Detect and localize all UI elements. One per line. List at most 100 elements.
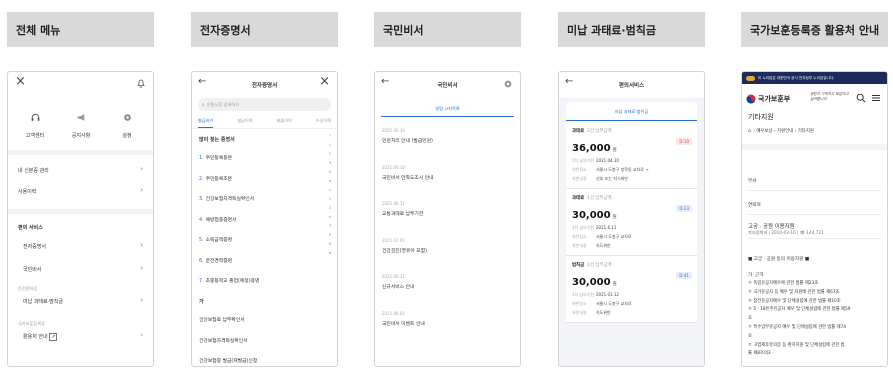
tab-receive-history[interactable]: 수신이력	[316, 118, 331, 128]
index-letter[interactable]: ㅁ	[327, 170, 333, 179]
chevron-right-icon: ›	[140, 296, 143, 304]
cert-list-item[interactable]: 3. 건강보험자격득실확인서	[199, 195, 317, 216]
headset-icon	[30, 112, 41, 123]
fine-card[interactable]: 과태료 1건 납부금액 30,000 원 D-23 1차 납부기한 2021.6.11 위반장…	[566, 189, 697, 256]
index-bar[interactable]: ㄱㄴㄷㄹㅁㅂㅅㅇㅈㅊㅋㅌㅍㅎ	[327, 134, 333, 260]
detail-value: 속도위반	[596, 243, 611, 248]
fine-card[interactable]: 과태료 2건 납부금액 36,000 원 D-10 1차 납부기한 2021.04.10 위반…	[566, 122, 697, 189]
tab-issue[interactable]: 발급하기	[198, 118, 214, 128]
screen-all-menu: × 고객센터 공지사항 설정 내 신분증 관리 › 사용이력 › 편의 서비스 …	[7, 71, 154, 367]
index-letter[interactable]: ㅍ	[327, 242, 333, 251]
item-number: 7.	[199, 279, 204, 284]
basis-line: ㅇ 독립유공자예우에 관한 법률 제23조	[748, 281, 819, 286]
hamburger-icon[interactable]	[871, 93, 881, 103]
index-letter[interactable]: ㅊ	[327, 215, 333, 224]
fine-count: 1건 납부금액	[587, 196, 612, 201]
header-all-menu: 전체 메뉴	[7, 12, 154, 47]
notice-item[interactable]: 2021.06.01 국민비서 이벤트 안내	[382, 308, 513, 345]
index-letter[interactable]: ㅂ	[327, 179, 333, 188]
notice-date: 2021.07.05	[382, 237, 405, 243]
item-number: 3.	[199, 197, 204, 202]
cert-list-item[interactable]: 1. 주민등록등본	[199, 154, 317, 175]
quick-label: 공지사항	[71, 133, 91, 139]
breadcrumb-text: › 예우보상 › 지원안내 › 기타지원	[753, 129, 814, 134]
index-letter[interactable]: ㅌ	[327, 233, 333, 242]
close-icon[interactable]: ×	[15, 74, 26, 89]
cert-list-item[interactable]: 4. 예방접종증명서	[199, 216, 317, 237]
close-icon[interactable]: ×	[319, 74, 330, 89]
menu-item-e-cert[interactable]: 전자증명서	[23, 243, 46, 250]
megaphone-icon	[76, 112, 87, 123]
basis-line: 조	[748, 316, 752, 322]
quick-notice[interactable]: 공지사항	[66, 108, 96, 139]
menu-item-secretary[interactable]: 국민비서	[23, 266, 41, 273]
section-title: 가	[199, 299, 204, 305]
detail-value: 서울시 도봉구 방학동 교차로 →	[596, 167, 649, 172]
menu-item-fines[interactable]: 미납 과태료·범칙금	[23, 298, 63, 305]
notice-item[interactable]: 2021.09.10 민원처리 안내 (발급민원)	[382, 125, 513, 162]
fine-card[interactable]: 범칙금 1건 납부금액 30,000 원 D-41 1차 납부기한 2021.03.12 위반…	[566, 256, 697, 323]
search-input[interactable]: ⌕ 민원서류 검색하기	[198, 98, 331, 111]
cert-list-item[interactable]: 7. 초중등학교 졸업(예정)증명	[199, 277, 317, 298]
cert-list-item[interactable]: 5. 소득금액증명	[199, 236, 317, 257]
home-icon[interactable]: ⌂	[748, 128, 751, 134]
cert-list-item[interactable]: 6. 운전경력증명	[199, 257, 317, 278]
detail-label: 위반장소	[572, 301, 587, 306]
detail-label: 위반내용	[572, 310, 587, 315]
item-label: 예방접종증명서	[205, 217, 237, 223]
quick-settings[interactable]: 설정	[112, 108, 142, 139]
index-letter[interactable]: ㅎ	[327, 251, 333, 260]
index-letter[interactable]: ㅈ	[327, 206, 333, 215]
cert-list-item[interactable]: 건강보험료 납부확인서	[199, 316, 317, 337]
basis-list: ㅇ 독립유공자예우에 관한 법률 제23조 ㅇ 국가유공자 등 예우 및 지원에 …	[748, 280, 883, 359]
index-letter[interactable]: ㄹ	[327, 161, 333, 170]
item-label: 주민등록등본	[205, 156, 233, 161]
index-letter[interactable]: ㄷ	[327, 152, 333, 161]
cert-list-ga: 건강보험료 납부확인서 건강보험자격득실확인서 건강보험증 발급(재발급)신청	[199, 316, 317, 366]
tab-unpaid-fines[interactable]: 미납 과태료·범칙금	[559, 109, 704, 115]
fine-detail-row: 1차 납부기한 2021.04.10	[572, 158, 692, 164]
index-letter[interactable]: ㅋ	[327, 224, 333, 233]
page-title: 국민비서	[437, 83, 458, 89]
menu-item-id-manage[interactable]: 내 신분증 관리	[18, 167, 49, 174]
fine-detail-row: 위반내용 속도위반	[572, 310, 692, 316]
cert-list-item[interactable]: 2. 주민등록초본	[199, 175, 317, 196]
logo-text: 국가보훈부	[758, 95, 791, 103]
dday-badge: D-10	[676, 138, 692, 145]
notice-item[interactable]: 2021.08.11 교통과태료 납부기한	[382, 198, 513, 235]
taegeuk-icon	[746, 94, 756, 104]
tab-issue-history[interactable]: 발급이력	[237, 118, 252, 128]
notice-date: 2021.09.10	[382, 164, 405, 170]
fine-detail-row: 1차 납부기한 2021.6.11	[572, 225, 692, 231]
group-label: 운전면허증	[18, 286, 38, 291]
menu-item-usage-guide[interactable]: 활용처 안내 ↗	[23, 333, 58, 341]
index-letter[interactable]: ㄴ	[327, 143, 333, 152]
quick-customer-center[interactable]: 고객센터	[20, 108, 50, 139]
fine-type: 과태료	[572, 196, 585, 201]
section-title: 편의 서비스	[18, 225, 43, 231]
index-letter[interactable]: ㅇ	[327, 197, 333, 206]
basis-line: ㅇ 특수임무유공자 예우 및 단체설립에 관한 법률 제74	[748, 324, 847, 330]
tab-submit-history[interactable]: 제출이력	[276, 118, 291, 128]
index-letter[interactable]: ㅅ	[327, 188, 333, 197]
cert-list-item[interactable]: 건강보험자격득실확인서	[199, 337, 317, 358]
search-icon[interactable]	[856, 93, 866, 103]
gov-emblem-icon	[746, 75, 755, 81]
header-unpaid-fines: 미납 과태료·범칙금	[558, 12, 705, 47]
gear-icon[interactable]	[503, 79, 513, 89]
notice-item[interactable]: 2021.09.10 국민비서 만족도조사 안내	[382, 162, 513, 199]
menu-item-usage-history[interactable]: 사용이력	[18, 188, 36, 195]
notice-item[interactable]: 2021.06.21 신규서비스 안내	[382, 271, 513, 308]
screen-e-certificate: ← 전자증명서 × ⌕ 민원서류 검색하기 발급하기 발급이력 제출이력 수신이…	[191, 71, 338, 367]
cert-list: 1. 주민등록등본 2. 주민등록초본 3. 건강보험자격득실확인서 4. 예방접종증명서 5.…	[199, 154, 317, 298]
basis-line: 조	[748, 333, 752, 339]
tab-notice-list[interactable]: 알림·고지목록	[375, 106, 520, 112]
index-letter[interactable]: ㄱ	[327, 134, 333, 143]
fine-head: 범칙금 1건 납부금액	[572, 262, 692, 268]
cert-list-item[interactable]: 건강보험증 발급(재발급)신청	[199, 357, 317, 366]
bell-icon[interactable]	[136, 78, 146, 88]
notice-item[interactable]: 2021.07.05 건강검진(영유아 포함)	[382, 235, 513, 272]
chevron-right-icon: ›	[140, 331, 143, 339]
detail-value: 서울시 도봉구 교차로	[596, 234, 632, 239]
site-logo[interactable]: 국가보훈부	[746, 94, 790, 104]
